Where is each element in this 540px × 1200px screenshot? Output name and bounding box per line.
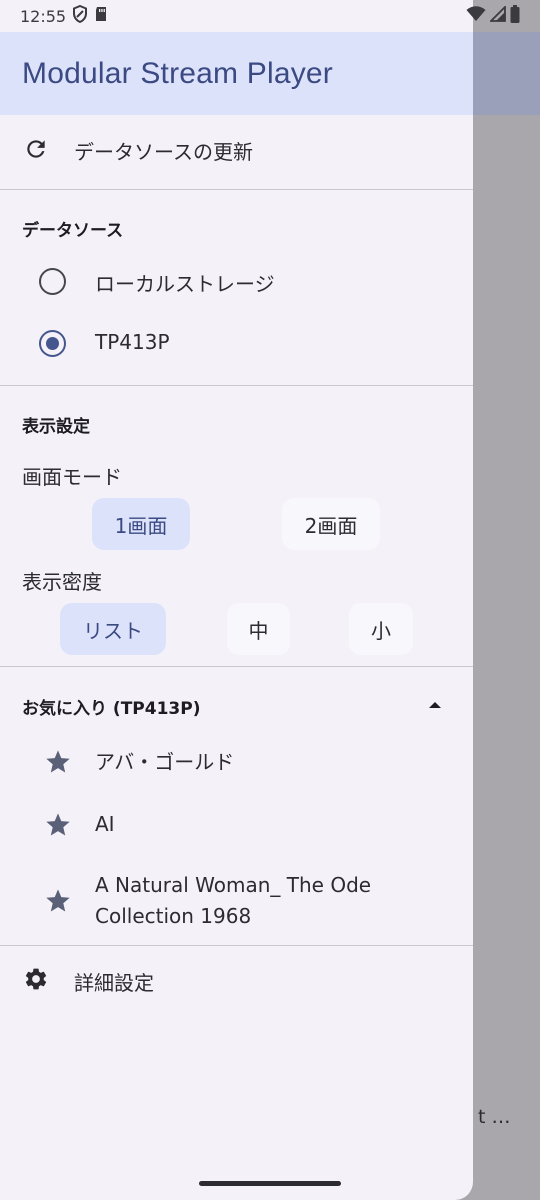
refresh-icon bbox=[22, 135, 50, 163]
advanced-settings-label: 詳細設定 bbox=[74, 971, 154, 995]
divider bbox=[0, 189, 473, 190]
radio-button-unselected[interactable] bbox=[39, 268, 66, 295]
favorite-item-label: A Natural Woman_ The Ode Collection 1968 bbox=[95, 870, 371, 932]
data-source-option-local-storage[interactable]: ローカルストレージ bbox=[0, 252, 473, 312]
clock: 12:55 bbox=[20, 6, 67, 26]
screen-mode-label: 画面モード bbox=[22, 465, 122, 489]
refresh-label: データソースの更新 bbox=[74, 140, 253, 164]
density-medium-button[interactable]: 中 bbox=[227, 603, 290, 655]
gear-icon bbox=[22, 965, 50, 993]
battery-icon bbox=[510, 5, 520, 27]
favorite-item-label-line1: A Natural Woman_ The Ode bbox=[95, 873, 372, 897]
wifi-icon bbox=[466, 6, 486, 26]
drawer-header: Modular Stream Player bbox=[0, 32, 473, 115]
data-source-option-label: ローカルストレージ bbox=[95, 272, 275, 296]
shield-icon bbox=[72, 4, 88, 27]
display-settings-section-title: 表示設定 bbox=[22, 417, 90, 437]
star-icon bbox=[44, 748, 72, 776]
app-title: Modular Stream Player bbox=[22, 56, 333, 90]
sd-card-icon bbox=[94, 6, 108, 26]
divider bbox=[0, 666, 473, 667]
density-small-button[interactable]: 小 bbox=[349, 603, 413, 655]
favorites-header[interactable]: お気に入り (TP413P) bbox=[0, 680, 473, 730]
cell-signal-icon bbox=[488, 4, 506, 26]
star-icon bbox=[44, 887, 72, 915]
favorites-section-title: お気に入り (TP413P) bbox=[22, 699, 201, 719]
status-bar: 12:55 bbox=[0, 0, 540, 32]
star-icon bbox=[44, 811, 72, 839]
density-list-button[interactable]: リスト bbox=[60, 603, 166, 655]
data-source-section-title: データソース bbox=[22, 221, 124, 241]
favorite-item[interactable]: AI bbox=[0, 797, 473, 853]
favorite-item-label: AI bbox=[95, 812, 115, 836]
favorite-item[interactable]: アバ・ゴールド bbox=[0, 735, 473, 791]
advanced-settings-item[interactable]: 詳細設定 bbox=[0, 950, 473, 1010]
favorite-item-label-line2: Collection 1968 bbox=[95, 904, 252, 928]
navigation-drawer: Modular Stream Player データソースの更新 データソース ロ… bbox=[0, 0, 473, 1200]
gesture-navigation-handle[interactable] bbox=[199, 1181, 341, 1186]
data-source-option-label: TP413P bbox=[95, 330, 170, 354]
background-app-text: t … bbox=[478, 1106, 511, 1128]
screen-mode-2-button[interactable]: 2画面 bbox=[282, 498, 380, 550]
divider bbox=[0, 945, 473, 946]
display-density-label: 表示密度 bbox=[22, 570, 102, 594]
screen-mode-1-button[interactable]: 1画面 bbox=[92, 498, 190, 550]
collapse-arrow-icon[interactable] bbox=[427, 697, 443, 713]
radio-button-selected[interactable] bbox=[39, 330, 66, 357]
favorite-item[interactable]: A Natural Woman_ The Ode Collection 1968 bbox=[0, 866, 473, 938]
data-source-option-tp413p[interactable]: TP413P bbox=[0, 314, 473, 374]
divider bbox=[0, 385, 473, 386]
refresh-data-source-item[interactable]: データソースの更新 bbox=[0, 118, 473, 180]
favorite-item-label: アバ・ゴールド bbox=[95, 750, 235, 774]
